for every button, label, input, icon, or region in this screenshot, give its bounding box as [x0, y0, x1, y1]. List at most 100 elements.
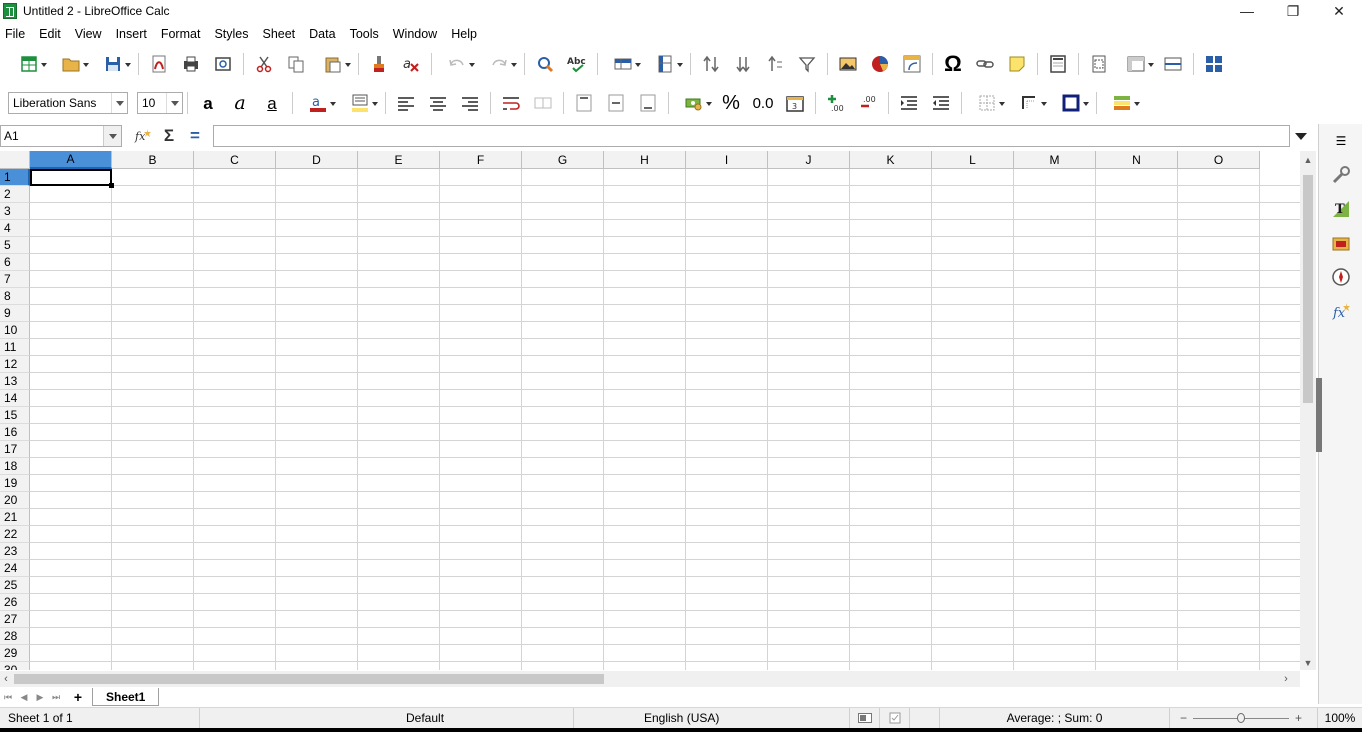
formula-button[interactable]: =: [182, 125, 208, 147]
sidebar-styles-button[interactable]: T: [1319, 192, 1362, 226]
select-all-corner[interactable]: [0, 151, 30, 169]
row-header[interactable]: 21: [0, 509, 30, 526]
paste-button[interactable]: [312, 49, 354, 79]
row-header[interactable]: 30: [0, 662, 30, 670]
zoom-track[interactable]: [1193, 712, 1290, 723]
active-cell-cursor[interactable]: [30, 169, 114, 188]
sort-ascending-button[interactable]: [727, 49, 759, 79]
border-style-button[interactable]: [1008, 88, 1050, 118]
row-header[interactable]: 3: [0, 203, 30, 220]
column-header[interactable]: F: [440, 151, 522, 169]
split-window-button[interactable]: [1157, 49, 1189, 79]
column-header[interactable]: I: [686, 151, 768, 169]
column-button[interactable]: [644, 49, 686, 79]
menu-tools[interactable]: Tools: [343, 27, 386, 41]
clear-formatting-button[interactable]: a: [395, 49, 427, 79]
function-wizard-button[interactable]: fx: [130, 125, 156, 147]
column-header[interactable]: D: [276, 151, 358, 169]
center-vertically-button[interactable]: [600, 88, 632, 118]
delete-decimal-place-button[interactable]: .00: [852, 88, 884, 118]
vertical-scroll-thumb[interactable]: [1303, 175, 1313, 403]
row-header[interactable]: 17: [0, 441, 30, 458]
row-header[interactable]: 11: [0, 339, 30, 356]
selection-mode[interactable]: [850, 707, 880, 729]
scroll-right-icon[interactable]: ›: [1280, 671, 1292, 687]
formula-input[interactable]: [213, 125, 1290, 147]
minimize-button[interactable]: —: [1224, 0, 1270, 22]
column-header[interactable]: J: [768, 151, 850, 169]
row-button[interactable]: [602, 49, 644, 79]
column-header[interactable]: H: [604, 151, 686, 169]
borders-button[interactable]: [966, 88, 1008, 118]
zoom-slider[interactable]: − +: [1170, 707, 1318, 729]
sidebar-collapse-handle[interactable]: [1316, 378, 1322, 452]
font-name-box[interactable]: Liberation Sans: [8, 92, 128, 114]
chevron-down-icon[interactable]: [103, 126, 121, 146]
sidebar-gallery-button[interactable]: [1319, 226, 1362, 260]
row-header[interactable]: 24: [0, 560, 30, 577]
sidebar-menu-button[interactable]: ☰: [1319, 124, 1362, 158]
row-header[interactable]: 14: [0, 390, 30, 407]
column-header[interactable]: G: [522, 151, 604, 169]
clone-formatting-button[interactable]: [363, 49, 395, 79]
row-header[interactable]: 28: [0, 628, 30, 645]
sheet-position[interactable]: Sheet 1 of 1: [0, 707, 200, 729]
row-header[interactable]: 25: [0, 577, 30, 594]
row-header[interactable]: 6: [0, 254, 30, 271]
merge-center-button[interactable]: [527, 88, 559, 118]
menu-data[interactable]: Data: [302, 27, 342, 41]
align-left-button[interactable]: [390, 88, 422, 118]
new-button[interactable]: [8, 49, 50, 79]
column-header[interactable]: O: [1178, 151, 1260, 169]
pivot-table-button[interactable]: [896, 49, 928, 79]
row-header[interactable]: 1: [0, 169, 30, 186]
row-header[interactable]: 12: [0, 356, 30, 373]
format-as-date-button[interactable]: 3: [779, 88, 811, 118]
menu-format[interactable]: Format: [154, 27, 208, 41]
underline-button[interactable]: a: [256, 88, 288, 118]
print-button[interactable]: [175, 49, 207, 79]
special-character-button[interactable]: Ω: [937, 49, 969, 79]
align-bottom-button[interactable]: [632, 88, 664, 118]
save-button[interactable]: [92, 49, 134, 79]
expand-formula-bar-button[interactable]: [1290, 125, 1312, 147]
row-header[interactable]: 20: [0, 492, 30, 509]
selection-summary[interactable]: Average: ; Sum: 0: [940, 707, 1170, 729]
row-header[interactable]: 13: [0, 373, 30, 390]
print-preview-button[interactable]: [207, 49, 239, 79]
insert-chart-button[interactable]: [864, 49, 896, 79]
wrap-text-button[interactable]: [495, 88, 527, 118]
zoom-level[interactable]: 100%: [1318, 708, 1362, 729]
open-button[interactable]: [50, 49, 92, 79]
sidebar-functions-button[interactable]: fx: [1319, 294, 1362, 328]
sidebar-properties-button[interactable]: [1319, 158, 1362, 192]
scroll-left-icon[interactable]: ‹: [0, 671, 12, 687]
column-header[interactable]: B: [112, 151, 194, 169]
increase-indent-button[interactable]: [893, 88, 925, 118]
sort-descending-button[interactable]: [759, 49, 791, 79]
headers-footers-button[interactable]: [1042, 49, 1074, 79]
menu-view[interactable]: View: [68, 27, 109, 41]
horizontal-scroll-thumb[interactable]: [14, 674, 604, 684]
vertical-scrollbar[interactable]: ▲ ▼: [1300, 151, 1316, 670]
hyperlink-button[interactable]: [969, 49, 1001, 79]
undo-button[interactable]: [436, 49, 478, 79]
sidebar-navigator-button[interactable]: [1319, 260, 1362, 294]
align-top-button[interactable]: [568, 88, 600, 118]
last-sheet-icon[interactable]: ⏭: [48, 689, 64, 705]
redo-button[interactable]: [478, 49, 520, 79]
row-header[interactable]: 23: [0, 543, 30, 560]
spelling-button[interactable]: Abc: [561, 49, 593, 79]
column-header[interactable]: C: [194, 151, 276, 169]
define-print-area-button[interactable]: [1083, 49, 1115, 79]
maximize-button[interactable]: ❐: [1270, 0, 1316, 22]
menu-sheet[interactable]: Sheet: [255, 27, 302, 41]
show-draw-functions-button[interactable]: [1198, 49, 1230, 79]
column-header[interactable]: M: [1014, 151, 1096, 169]
bold-button[interactable]: a: [192, 88, 224, 118]
align-right-button[interactable]: [454, 88, 486, 118]
column-header[interactable]: E: [358, 151, 440, 169]
row-header[interactable]: 27: [0, 611, 30, 628]
border-color-button[interactable]: [1050, 88, 1092, 118]
column-header[interactable]: K: [850, 151, 932, 169]
